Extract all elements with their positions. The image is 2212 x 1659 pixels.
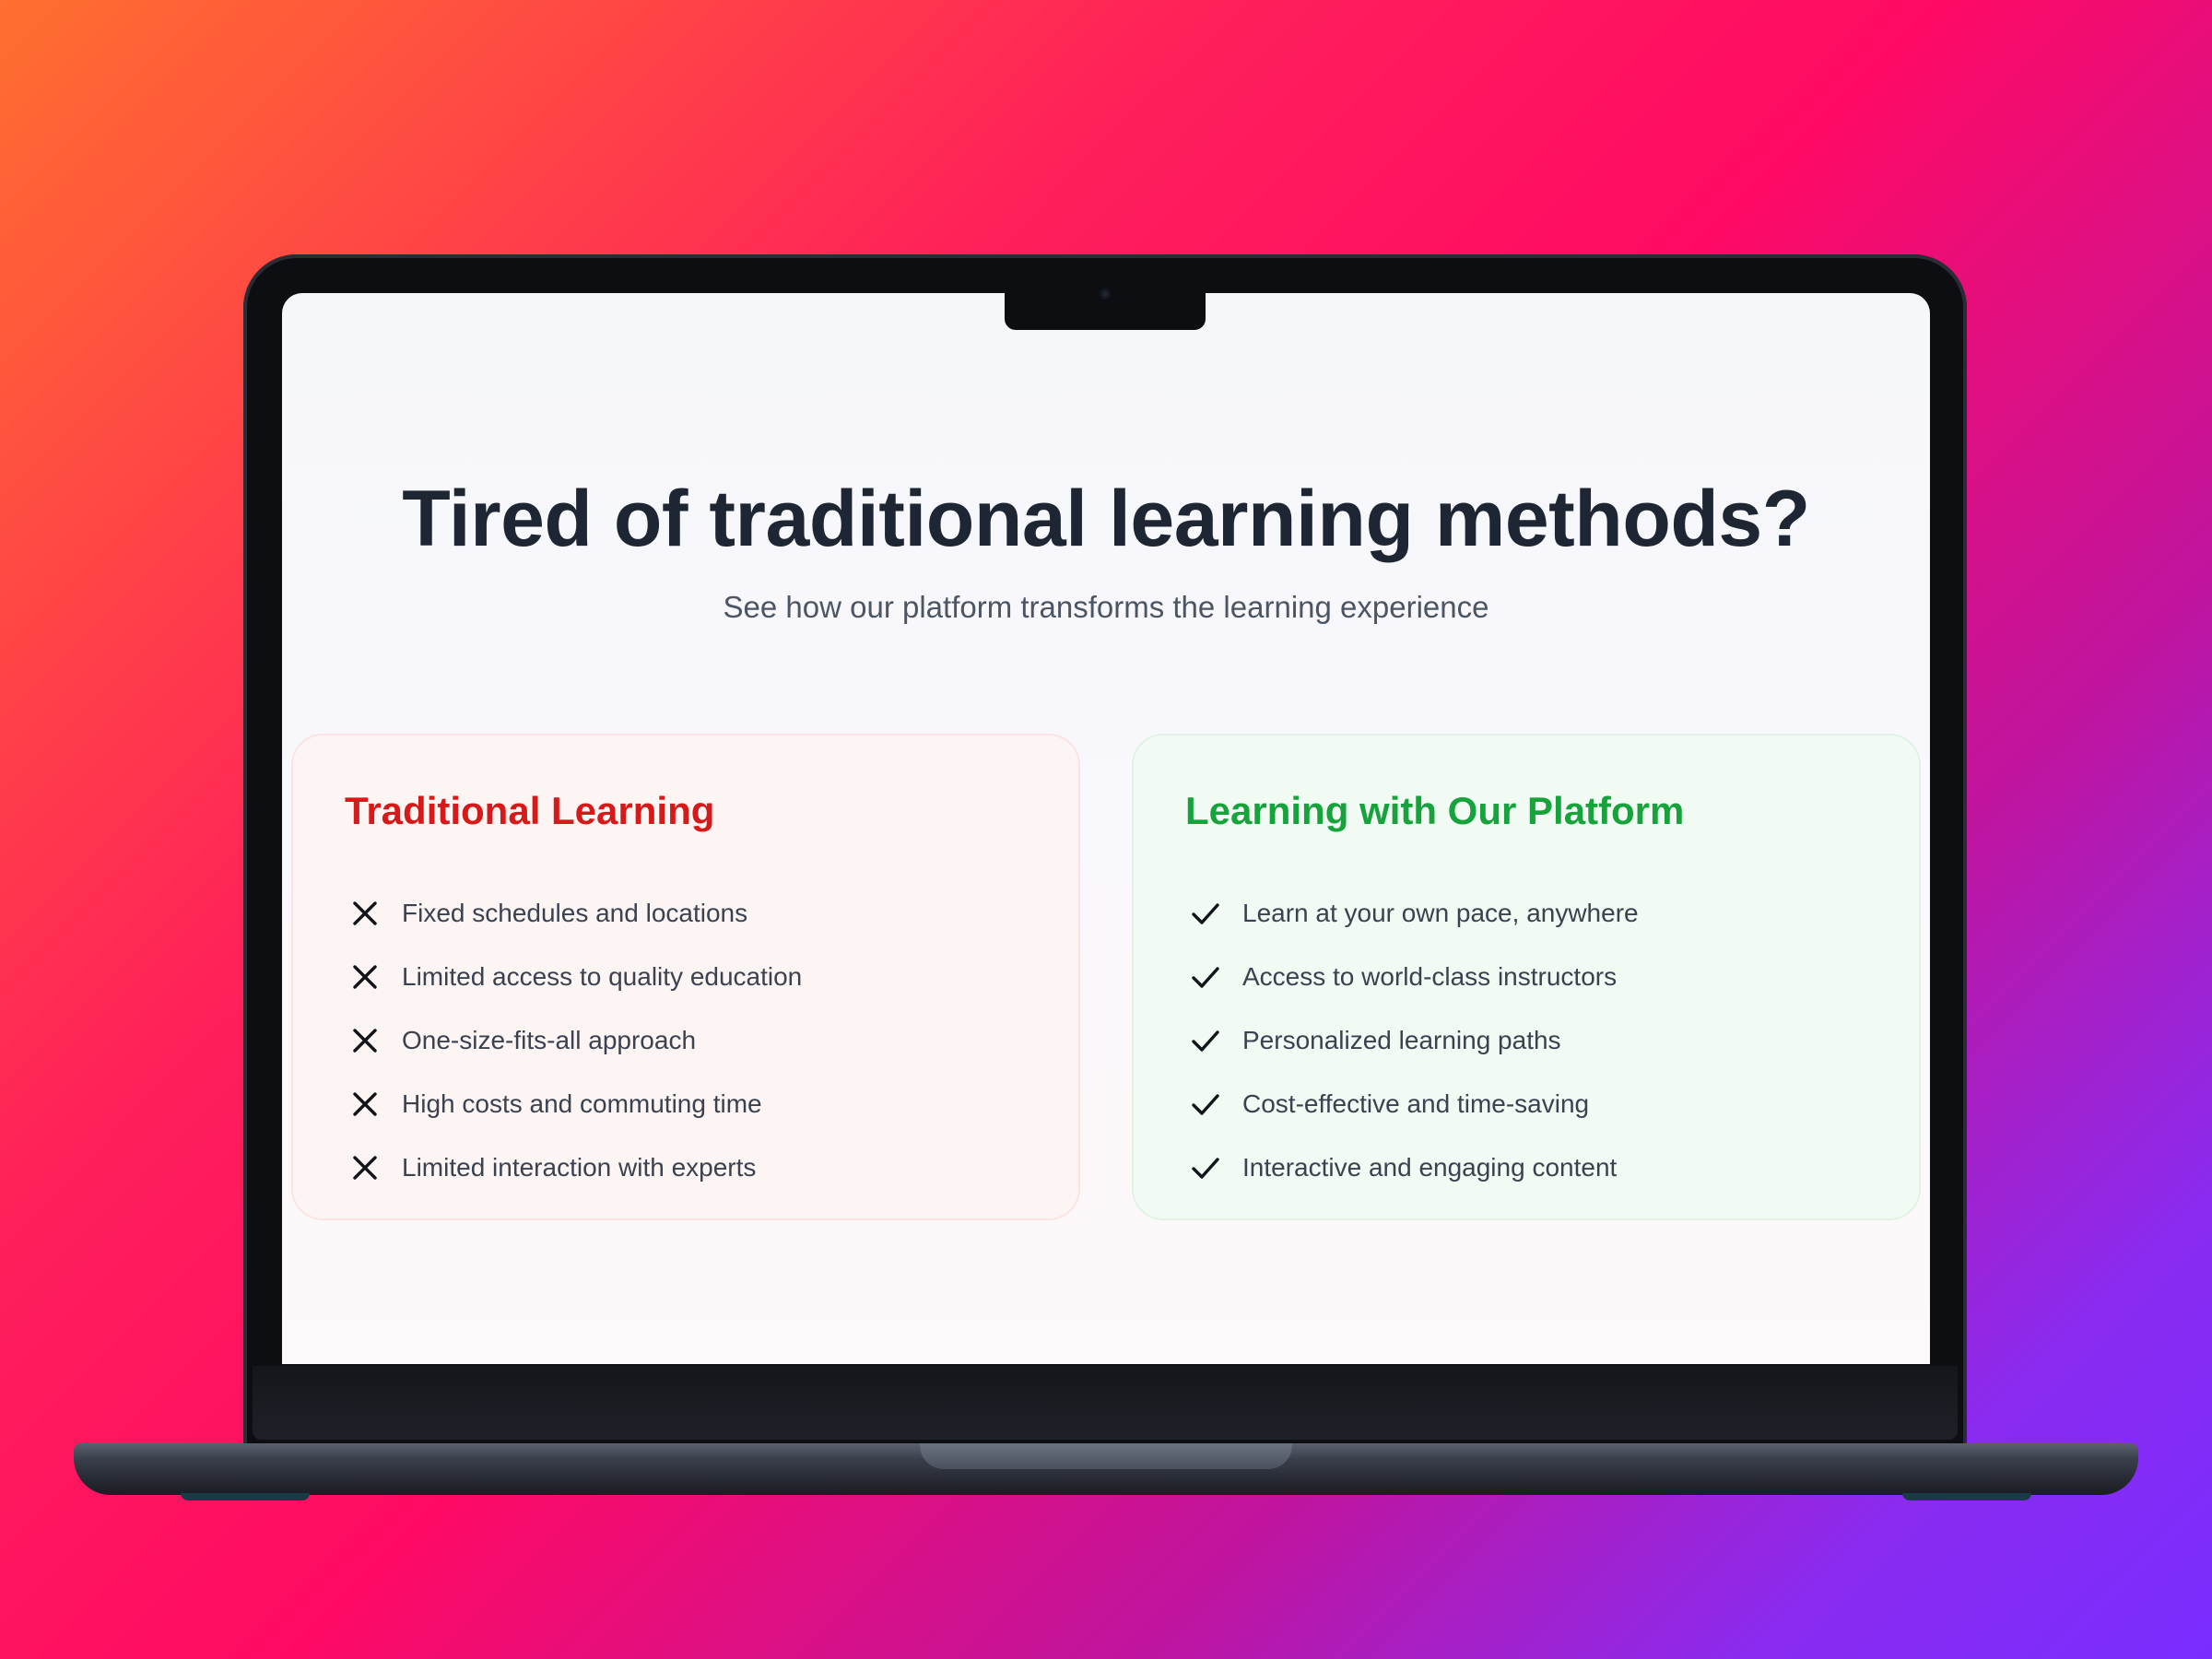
check-icon — [1192, 966, 1219, 988]
camera-icon — [1100, 288, 1111, 300]
list-item: Limited interaction with experts — [345, 1135, 802, 1199]
x-icon — [353, 900, 377, 925]
check-icon — [1192, 902, 1219, 924]
platform-learning-card: Learning with Our Platform Learn at your… — [1132, 734, 1921, 1220]
list-item: Limited access to quality education — [345, 945, 802, 1008]
check-icon — [1192, 1093, 1219, 1115]
platform-learning-title: Learning with Our Platform — [1185, 789, 1685, 832]
list-item-text: Learn at your own pace, anywhere — [1242, 898, 1639, 927]
laptop-foot-left — [181, 1493, 310, 1500]
list-item: Fixed schedules and locations — [345, 881, 802, 945]
page-subtitle: See how our platform transforms the lear… — [723, 590, 1489, 624]
x-icon — [353, 1155, 377, 1180]
list-item-text: Personalized learning paths — [1242, 1025, 1561, 1054]
list-item: Learn at your own pace, anywhere — [1185, 881, 1639, 945]
check-icon — [1192, 1157, 1219, 1179]
x-icon — [353, 964, 377, 989]
x-icon — [353, 1091, 377, 1116]
laptop-base-notch — [920, 1443, 1292, 1469]
page-title: Tired of traditional learning methods? — [402, 475, 1810, 563]
list-item: Personalized learning paths — [1185, 1008, 1639, 1072]
platform-learning-list: Learn at your own pace, anywhere Access … — [1185, 881, 1639, 1199]
laptop-foot-right — [1902, 1493, 2031, 1500]
traditional-learning-list: Fixed schedules and locations Limited ac… — [345, 881, 802, 1199]
traditional-learning-title: Traditional Learning — [345, 789, 715, 832]
list-item-text: Limited access to quality education — [402, 961, 803, 991]
list-item-text: Access to world-class instructors — [1242, 961, 1618, 991]
laptop-screen: Tired of traditional learning methods? S… — [282, 293, 1930, 1364]
list-item: Interactive and engaging content — [1185, 1135, 1639, 1199]
list-item-text: Limited interaction with experts — [402, 1152, 757, 1182]
list-item-text: Cost-effective and time-saving — [1242, 1088, 1590, 1118]
list-item: Access to world-class instructors — [1185, 945, 1639, 1008]
laptop-bezel-bottom — [253, 1366, 1958, 1440]
list-item-text: One-size-fits-all approach — [402, 1025, 697, 1054]
list-item-text: Fixed schedules and locations — [402, 898, 748, 927]
list-item-text: Interactive and engaging content — [1242, 1152, 1618, 1182]
traditional-learning-card: Traditional Learning Fixed schedules and… — [291, 734, 1080, 1220]
check-icon — [1192, 1030, 1219, 1052]
list-item-text: High costs and commuting time — [402, 1088, 762, 1118]
list-item: High costs and commuting time — [345, 1072, 802, 1135]
list-item: Cost-effective and time-saving — [1185, 1072, 1639, 1135]
x-icon — [353, 1028, 377, 1053]
list-item: One-size-fits-all approach — [345, 1008, 802, 1072]
